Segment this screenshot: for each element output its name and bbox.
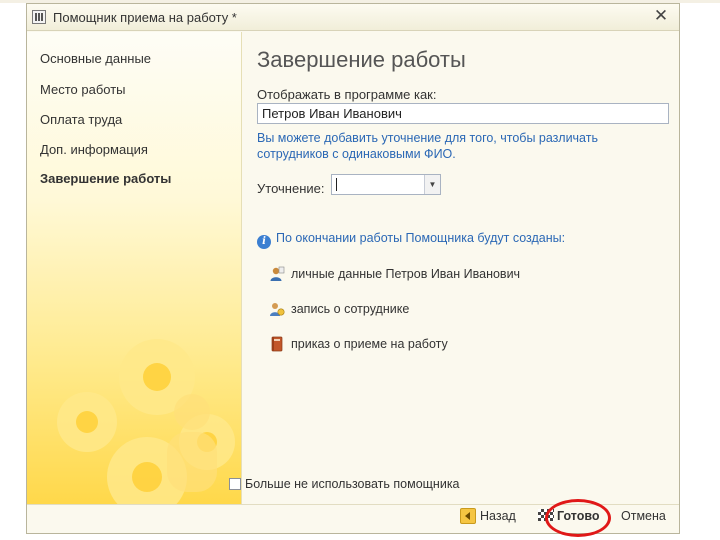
created-item-label: приказ о приеме на работу — [291, 337, 448, 351]
footer-separator — [27, 504, 679, 505]
sidebar: Основные данные Место работы Оплата труд… — [27, 32, 242, 504]
window-title: Помощник приема на работу * — [53, 10, 237, 25]
info-text: По окончании работы Помощника будут созд… — [276, 231, 566, 245]
done-label: Готово — [557, 509, 600, 523]
page-title: Завершение работы — [257, 47, 466, 72]
dont-use-assistant-label: Больше не использовать помощника — [245, 477, 460, 491]
created-item-employee-record: запись о сотруднике — [269, 301, 409, 317]
sidebar-item-payment[interactable]: Оплата труда — [40, 112, 122, 127]
sidebar-item-workplace[interactable]: Место работы — [40, 82, 126, 97]
gears-decoration — [57, 339, 235, 504]
clarification-hint: Вы можете добавить уточнение для того, ч… — [257, 131, 598, 161]
clarification-label: Уточнение: — [257, 181, 325, 196]
employee-record-icon — [270, 303, 285, 316]
assistant-window: Помощник приема на работу * ✕ Основные д… — [26, 3, 680, 534]
sidebar-item-extra-info[interactable]: Доп. информация — [40, 142, 148, 157]
clarification-input[interactable]: ▼ — [331, 174, 441, 195]
done-button[interactable]: Готово — [538, 506, 600, 528]
sidebar-item-main-data[interactable]: Основные данные — [40, 51, 151, 66]
back-button[interactable]: Назад — [460, 506, 516, 528]
dont-use-assistant-checkbox[interactable] — [229, 478, 241, 490]
text-caret — [336, 178, 337, 191]
created-item-label: запись о сотруднике — [291, 302, 410, 316]
person-data-icon — [270, 266, 285, 281]
chevron-down-icon[interactable]: ▼ — [424, 175, 440, 194]
order-document-icon — [271, 336, 283, 352]
created-item-personal-data: личные данные Петров Иван Иванович — [269, 266, 520, 282]
cancel-button[interactable]: Отмена — [621, 506, 666, 528]
back-label: Назад — [480, 509, 516, 523]
display-name-input[interactable] — [257, 103, 669, 124]
created-item-label: личные данные Петров Иван Иванович — [291, 267, 521, 281]
title-bar: Помощник приема на работу * ✕ — [27, 4, 679, 31]
close-icon[interactable]: ✕ — [653, 7, 669, 24]
arrow-left-icon — [460, 508, 476, 524]
app-icon — [32, 10, 46, 24]
info-icon: i — [257, 235, 271, 249]
dont-use-assistant-row[interactable]: Больше не использовать помощника — [229, 477, 460, 491]
sidebar-item-finish[interactable]: Завершение работы — [40, 171, 171, 186]
main-content: Завершение работы Отображать в программе… — [243, 32, 679, 504]
finish-flag-icon — [538, 509, 554, 521]
info-row: i По окончании работы Помощника будут соз… — [257, 231, 565, 249]
display-as-label: Отображать в программе как: — [257, 87, 437, 102]
created-item-hiring-order: приказ о приеме на работу — [269, 336, 448, 352]
